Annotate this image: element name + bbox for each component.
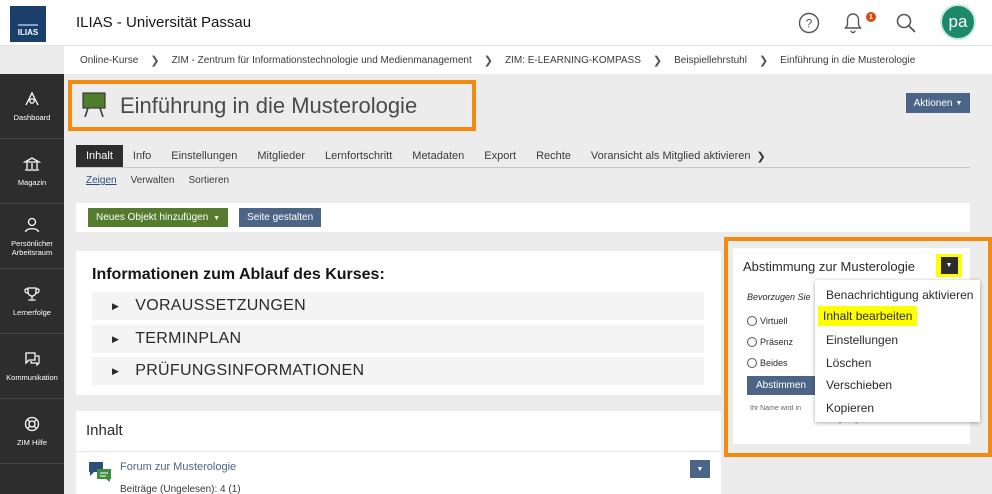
forum-post-count: Beiträge (Ungelesen): 4 (1) [120,484,241,494]
accordion-item[interactable]: ▶ TERMINPLAN [92,325,704,353]
breadcrumb-item[interactable]: Online-Kurse [80,55,138,66]
bell-icon[interactable] [841,11,865,35]
chevron-right-icon: ❯ [483,54,493,67]
tab-export[interactable]: Export [474,145,526,167]
accordion-item[interactable]: ▶ VORAUSSETZUNGEN [92,292,704,320]
caret-down-icon: ▼ [213,215,221,222]
chevron-right-icon: ❯ [652,54,663,67]
chevron-right-icon[interactable]: ❯ [757,150,766,163]
tab-inhalt[interactable]: Inhalt [76,145,123,167]
poll-highlight-box [724,237,992,457]
caret-right-icon: ▶ [112,333,120,344]
help-icon[interactable]: ? [797,11,821,35]
tab-metadaten[interactable]: Metadaten [402,145,474,167]
sidebar-item-magazin[interactable]: Magazin [0,139,64,204]
sidebar-item-dashboard[interactable]: Dashboard [0,74,64,139]
forum-icon [89,462,111,482]
caret-right-icon: ▶ [112,300,120,311]
sidebar-item-label: Lernerfolge [13,308,51,317]
caret-right-icon: ▶ [112,365,120,376]
actions-dropdown-button[interactable]: Aktionen ▼ [906,93,970,113]
accordion-item[interactable]: ▶ PRÜFUNGSINFORMATIONEN [92,357,704,385]
accordion-label: PRÜFUNGSINFORMATIONEN [135,362,365,379]
tab-mitglieder[interactable]: Mitglieder [247,145,315,167]
tab-rechte[interactable]: Rechte [526,145,581,167]
accordion-label: TERMINPLAN [135,330,242,347]
chat-icon [25,352,40,367]
sidebar-item-label: Kommunikation [6,373,58,382]
main-sidebar: Dashboard Magazin Persönlicher Arbeitsra… [0,74,64,494]
divider [76,451,721,452]
content-panel: Inhalt Forum zur Musterologie Beiträge (… [76,411,721,494]
add-object-label: Neues Objekt hinzufügen [96,212,209,223]
add-object-button[interactable]: Neues Objekt hinzufügen ▼ [88,208,229,227]
svg-text:?: ? [806,17,813,31]
building-icon [23,157,41,171]
sidebar-item-label: ZIM Hilfe [17,438,47,447]
subtab-zeigen[interactable]: Zeigen [86,175,117,186]
breadcrumb-item[interactable]: ZIM - Zentrum für Informationstechnologi… [172,55,472,66]
actions-label: Aktionen [913,97,953,109]
sidebar-item-workspace[interactable]: Persönlicher Arbeitsraum [0,204,64,269]
logo-text: ILIAS [17,28,39,37]
caret-down-icon: ▼ [955,99,963,107]
tab-einstellungen[interactable]: Einstellungen [161,145,247,167]
sidebar-item-label: Dashboard [13,113,51,122]
dashboard-icon [25,91,39,106]
page-title: Einführung in die Musterologie [120,93,418,118]
breadcrumb-item[interactable]: Beispiellehrstuhl [674,55,747,66]
info-heading: Informationen zum Ablauf des Kurses: [92,266,385,283]
forum-link[interactable]: Forum zur Musterologie [120,461,236,473]
chevron-right-icon: ❯ [758,54,769,67]
tab-bar: Inhalt Info Einstellungen Mitglieder Ler… [76,145,766,167]
sidebar-item-achievements[interactable]: Lernerfolge [0,269,64,334]
trophy-icon [24,287,40,301]
site-title[interactable]: ILIAS - Universität Passau [76,14,251,31]
forum-actions-dropdown[interactable]: ▼ [690,460,710,478]
logo-mark [18,12,38,26]
chevron-right-icon: ❯ [150,54,160,67]
content-toolbar: Neues Objekt hinzufügen ▼ Seite gestalte… [76,203,970,232]
edit-page-button[interactable]: Seite gestalten [239,208,322,227]
ilias-logo[interactable]: ILIAS [10,6,46,42]
top-header: ILIAS ILIAS - Universität Passau ? 1 pa [0,0,992,46]
subtab-sortieren[interactable]: Sortieren [189,175,230,186]
subtab-verwalten[interactable]: Verwalten [131,175,175,186]
accordion-label: VORAUSSETZUNGEN [135,297,306,314]
breadcrumb-item-current[interactable]: Einführung in die Musterologie [780,55,915,66]
lifebuoy-icon [24,416,40,432]
subtab-bar: Zeigen Verwalten Sortieren [86,175,229,186]
sidebar-item-help[interactable]: ZIM Hilfe [0,399,64,464]
user-avatar[interactable]: pa [940,4,976,40]
breadcrumb-item[interactable]: ZIM: E-LEARNING-KOMPASS [505,55,641,66]
tab-preview-as-member[interactable]: Voransicht als Mitglied aktivieren [581,145,761,167]
caret-down-icon: ▼ [696,465,704,473]
tab-divider [76,167,970,168]
sidebar-item-label: Magazin [17,178,47,187]
user-icon [24,217,40,232]
breadcrumb: Online-Kurse ❯ ZIM - Zentrum für Informa… [64,46,992,74]
sidebar-item-label: Persönlicher Arbeitsraum [11,238,53,257]
info-panel: Informationen zum Ablauf des Kurses: ▶ V… [76,251,721,395]
tab-info[interactable]: Info [123,145,161,167]
notification-badge: 1 [866,12,876,22]
sidebar-item-communication[interactable]: Kommunikation [0,334,64,399]
content-heading: Inhalt [86,422,123,439]
course-icon [82,92,106,118]
search-icon[interactable] [894,11,918,35]
tab-lernfortschritt[interactable]: Lernfortschritt [315,145,402,167]
